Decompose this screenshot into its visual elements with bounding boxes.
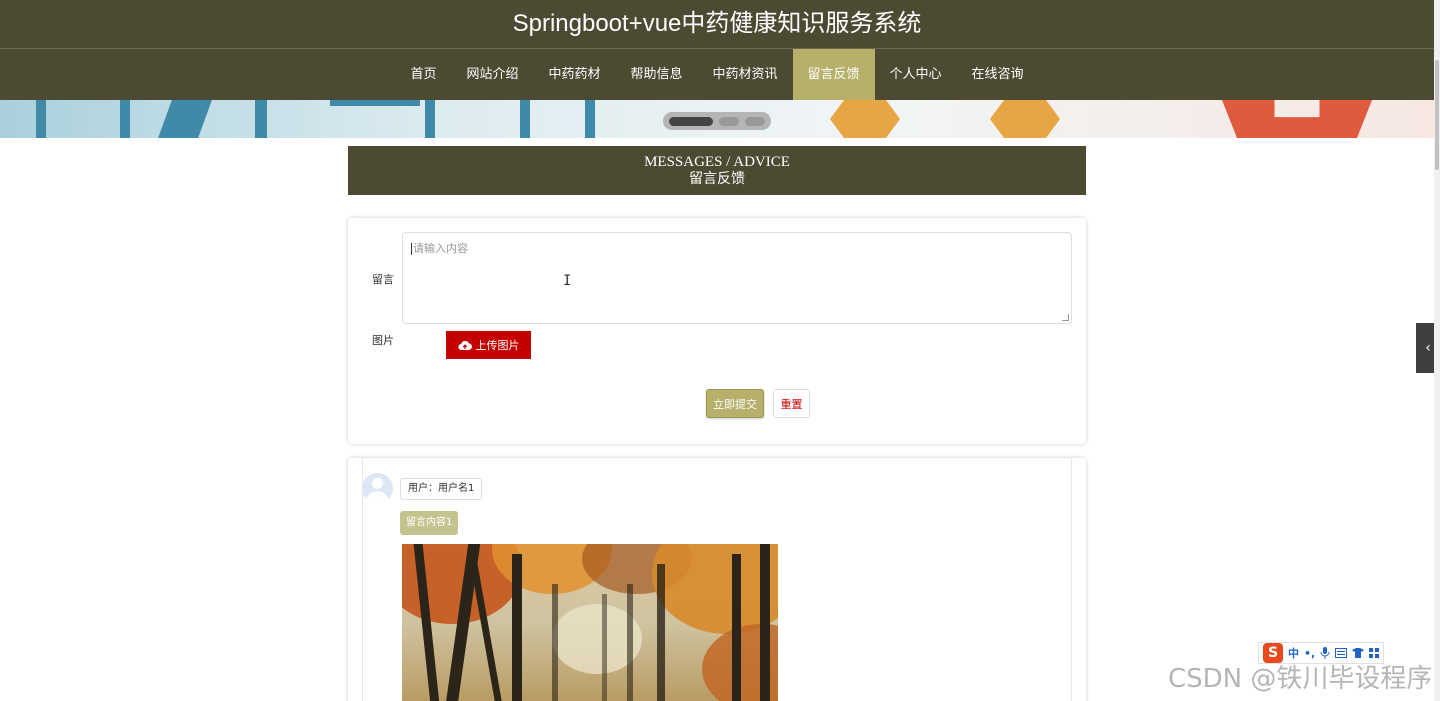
- nav-item-feedback[interactable]: 留言反馈: [792, 49, 875, 101]
- message-content: 留言内容1: [400, 511, 459, 535]
- reset-button[interactable]: 重置: [773, 389, 810, 418]
- chevron-left-icon: ‹: [1425, 340, 1431, 356]
- watermark: CSDN @铁川毕设程序: [1168, 664, 1433, 694]
- section-title: MESSAGES / ADVICE 留言反馈: [348, 146, 1086, 195]
- banner-decoration: [36, 100, 46, 138]
- shirt-icon[interactable]: [1352, 648, 1365, 658]
- banner-decoration: [520, 100, 530, 138]
- grid-icon[interactable]: [1369, 648, 1380, 658]
- nav-item-home[interactable]: 首页: [395, 49, 451, 101]
- keyboard-icon[interactable]: [1335, 648, 1348, 658]
- user-avatar-icon: [362, 473, 393, 504]
- message-label: 留言: [372, 273, 394, 286]
- nav-item-news[interactable]: 中药材资讯: [698, 49, 793, 101]
- message-image: [402, 544, 778, 701]
- submit-button[interactable]: 立即提交: [706, 389, 764, 418]
- message-list: 用户：用户名1 留言内容1: [348, 458, 1086, 701]
- message-user: 用户：用户名1: [400, 478, 483, 500]
- site-title: Springboot+vue中药健康知识服务系统: [512, 10, 922, 37]
- section-title-cn: 留言反馈: [689, 171, 745, 187]
- nav-item-profile[interactable]: 个人中心: [875, 49, 957, 101]
- section-title-en: MESSAGES / ADVICE: [644, 154, 790, 170]
- nav-item-consult[interactable]: 在线咨询: [957, 49, 1039, 101]
- nav-item-herbs[interactable]: 中药药材: [533, 49, 615, 101]
- banner-decoration: [990, 100, 1060, 138]
- banner-decoration: [120, 100, 130, 138]
- message-placeholder: 请输入内容: [411, 242, 468, 255]
- carousel-dot[interactable]: [719, 116, 739, 126]
- carousel-dot[interactable]: [745, 116, 765, 126]
- image-label: 图片: [372, 334, 394, 347]
- main-nav: 首页 网站介绍 中药药材 帮助信息 中药材资讯 留言反馈 个人中心 在线咨询: [0, 48, 1434, 101]
- upload-image-button[interactable]: 上传图片: [446, 331, 531, 359]
- feedback-form: 留言 请输入内容 I 图片 上传图片 立即提交 重置: [348, 218, 1086, 444]
- banner-decoration: [425, 100, 435, 138]
- page: Springboot+vue中药健康知识服务系统 首页 网站介绍 中药药材 帮助…: [0, 0, 1440, 701]
- carousel-dot[interactable]: [669, 116, 713, 126]
- banner-decoration: [330, 100, 420, 106]
- scrollbar-thumb[interactable]: [1435, 60, 1439, 170]
- nav-item-help[interactable]: 帮助信息: [615, 49, 697, 101]
- banner-decoration: [585, 100, 595, 138]
- upload-image-label: 上传图片: [475, 339, 520, 352]
- cloud-upload-icon: [457, 340, 472, 350]
- message-textarea[interactable]: 请输入内容 I: [402, 232, 1072, 324]
- banner-decoration: [830, 100, 900, 138]
- text-cursor-icon: I: [563, 273, 572, 289]
- nav-item-about[interactable]: 网站介绍: [451, 49, 533, 101]
- site-header: Springboot+vue中药健康知识服务系统: [0, 0, 1434, 48]
- carousel-indicators: [663, 112, 771, 130]
- resize-handle-icon[interactable]: [1062, 314, 1069, 321]
- banner-decoration: [255, 100, 267, 138]
